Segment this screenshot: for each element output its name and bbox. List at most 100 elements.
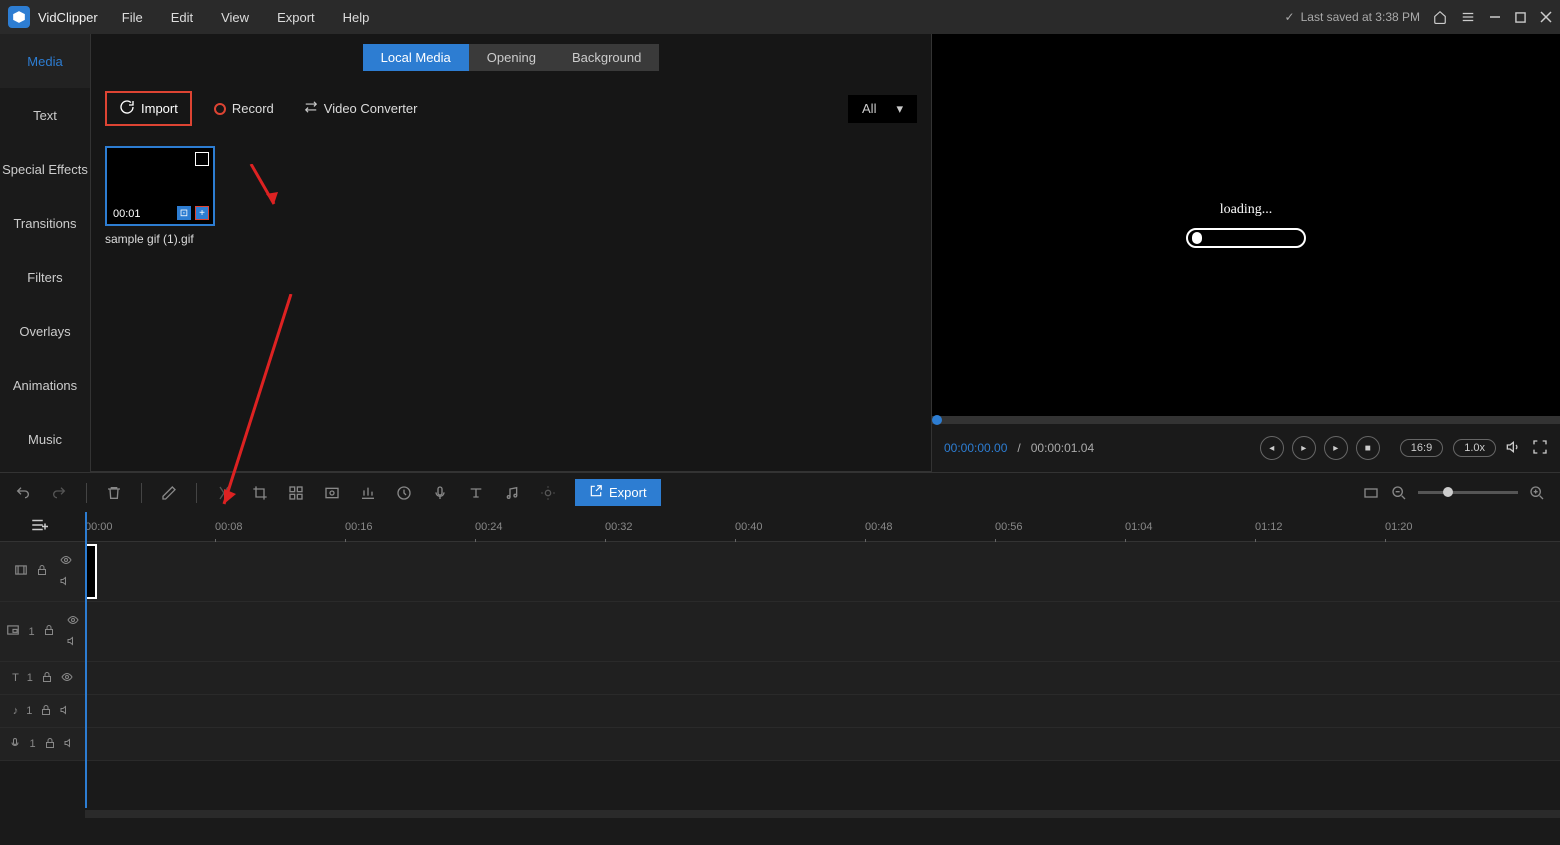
side-tab-effects[interactable]: Special Effects xyxy=(0,142,90,196)
thumb-box[interactable]: 00:01 ⊡ + xyxy=(105,146,215,226)
thumb-add-icon[interactable]: + xyxy=(195,206,209,220)
import-icon xyxy=(119,99,135,118)
fullscreen-icon[interactable] xyxy=(1532,439,1548,458)
mute-icon[interactable] xyxy=(64,737,76,752)
eye-icon[interactable] xyxy=(61,671,73,686)
next-frame-button[interactable]: ▸ xyxy=(1324,436,1348,460)
record-icon xyxy=(214,103,226,115)
menu-help[interactable]: Help xyxy=(343,10,370,25)
media-thumb[interactable]: 00:01 ⊡ + sample gif (1).gif xyxy=(105,146,215,246)
mic-track[interactable]: 1 xyxy=(0,728,1560,761)
thumb-duration: 00:01 xyxy=(113,208,141,220)
side-tab-overlays[interactable]: Overlays xyxy=(0,304,90,358)
record-button[interactable]: Record xyxy=(206,95,282,122)
side-tabs: Media Text Special Effects Transitions F… xyxy=(0,34,90,472)
save-status-text: Last saved at 3:38 PM xyxy=(1301,10,1420,24)
side-tab-media[interactable]: Media xyxy=(0,34,90,88)
prev-frame-button[interactable]: ◂ xyxy=(1260,436,1284,460)
media-tab-local[interactable]: Local Media xyxy=(363,44,469,71)
track-body-pip[interactable] xyxy=(85,602,1560,661)
menu-export[interactable]: Export xyxy=(277,10,315,25)
volume-icon[interactable] xyxy=(1506,439,1522,458)
freeze-icon[interactable] xyxy=(323,484,341,502)
menu-file[interactable]: File xyxy=(122,10,143,25)
side-tab-transitions[interactable]: Transitions xyxy=(0,196,90,250)
converter-button[interactable]: Video Converter xyxy=(296,94,426,123)
import-button[interactable]: Import xyxy=(105,91,192,126)
aspect-ratio-button[interactable]: 16:9 xyxy=(1400,439,1443,457)
mute-icon[interactable] xyxy=(60,575,72,590)
filter-dropdown[interactable]: All ▾ xyxy=(848,95,917,123)
video-clip[interactable] xyxy=(85,544,97,599)
add-track-icon[interactable] xyxy=(30,516,48,537)
eye-icon[interactable] xyxy=(67,614,79,629)
thumb-info-icon[interactable]: ⊡ xyxy=(177,206,191,220)
lock-icon[interactable] xyxy=(41,671,53,686)
side-tab-animations[interactable]: Animations xyxy=(0,358,90,412)
split-icon[interactable] xyxy=(215,484,233,502)
lock-icon[interactable] xyxy=(40,704,52,719)
video-track[interactable] xyxy=(0,542,1560,602)
undo-icon[interactable] xyxy=(14,484,32,502)
track-body-audio[interactable] xyxy=(85,695,1560,727)
lock-icon[interactable] xyxy=(36,564,48,579)
side-tab-text[interactable]: Text xyxy=(0,88,90,142)
menu-edit[interactable]: Edit xyxy=(171,10,193,25)
mosaic-icon[interactable] xyxy=(287,484,305,502)
track-body-mic[interactable] xyxy=(85,728,1560,760)
side-tab-music[interactable]: Music xyxy=(0,412,90,466)
fit-icon[interactable] xyxy=(1362,484,1380,502)
eye-icon[interactable] xyxy=(60,554,72,569)
side-tab-filters[interactable]: Filters xyxy=(0,250,90,304)
zoom-in-icon[interactable] xyxy=(1528,484,1546,502)
zoom-slider[interactable] xyxy=(1418,491,1518,494)
home-icon[interactable] xyxy=(1433,10,1447,24)
zoom-handle[interactable] xyxy=(1443,487,1453,497)
mute-icon[interactable] xyxy=(67,635,79,650)
scrubber-handle[interactable] xyxy=(932,415,942,425)
horizontal-scrollbar[interactable] xyxy=(0,808,1560,820)
converter-icon xyxy=(304,100,318,117)
preview-scrubber[interactable] xyxy=(932,416,1560,424)
check-icon: ✓ xyxy=(1285,10,1295,24)
track-body-video[interactable] xyxy=(85,542,1560,601)
zoom-out-icon[interactable] xyxy=(1390,484,1408,502)
menu-view[interactable]: View xyxy=(221,10,249,25)
pip-track[interactable]: 1 xyxy=(0,602,1560,662)
mute-icon[interactable] xyxy=(60,704,72,719)
audio-track[interactable]: ♪ 1 xyxy=(0,695,1560,728)
delete-icon[interactable] xyxy=(105,484,123,502)
filter-label: All xyxy=(862,101,876,116)
enhance-icon[interactable] xyxy=(539,484,557,502)
maximize-icon[interactable] xyxy=(1515,12,1526,23)
media-tab-opening[interactable]: Opening xyxy=(469,44,554,71)
crop-icon[interactable] xyxy=(251,484,269,502)
play-button[interactable]: ▸ xyxy=(1292,436,1316,460)
lock-icon[interactable] xyxy=(44,737,56,752)
media-toolbar: Import Record Video Converter All ▾ xyxy=(91,81,931,136)
track-body-text[interactable] xyxy=(85,662,1560,694)
minimize-icon[interactable] xyxy=(1489,11,1501,23)
preview-canvas[interactable]: loading... xyxy=(932,34,1560,416)
voiceover-icon[interactable] xyxy=(431,484,449,502)
lock-icon[interactable] xyxy=(43,624,55,639)
close-icon[interactable] xyxy=(1540,11,1552,23)
export-button[interactable]: Export xyxy=(575,479,661,506)
audio-detach-icon[interactable] xyxy=(503,484,521,502)
speed-button[interactable]: 1.0x xyxy=(1453,439,1496,457)
timecode-current: 00:00:00.00 xyxy=(944,441,1007,455)
media-tab-background[interactable]: Background xyxy=(554,44,659,71)
edit-icon[interactable] xyxy=(160,484,178,502)
media-tabs: Local Media Opening Background xyxy=(363,44,660,71)
duration-icon[interactable] xyxy=(395,484,413,502)
redo-icon[interactable] xyxy=(50,484,68,502)
stop-button[interactable]: ■ xyxy=(1356,436,1380,460)
hamburger-icon[interactable] xyxy=(1461,10,1475,24)
window-controls xyxy=(1433,10,1552,24)
speed-icon[interactable] xyxy=(359,484,377,502)
timeline-ruler[interactable]: 00:00 00:08 00:16 00:24 00:32 00:40 00:4… xyxy=(0,512,1560,542)
text-to-speech-icon[interactable] xyxy=(467,484,485,502)
play-controls: ◂ ▸ ▸ ■ xyxy=(1260,436,1380,460)
expand-icon[interactable] xyxy=(195,152,209,166)
text-track[interactable]: T 1 xyxy=(0,662,1560,695)
